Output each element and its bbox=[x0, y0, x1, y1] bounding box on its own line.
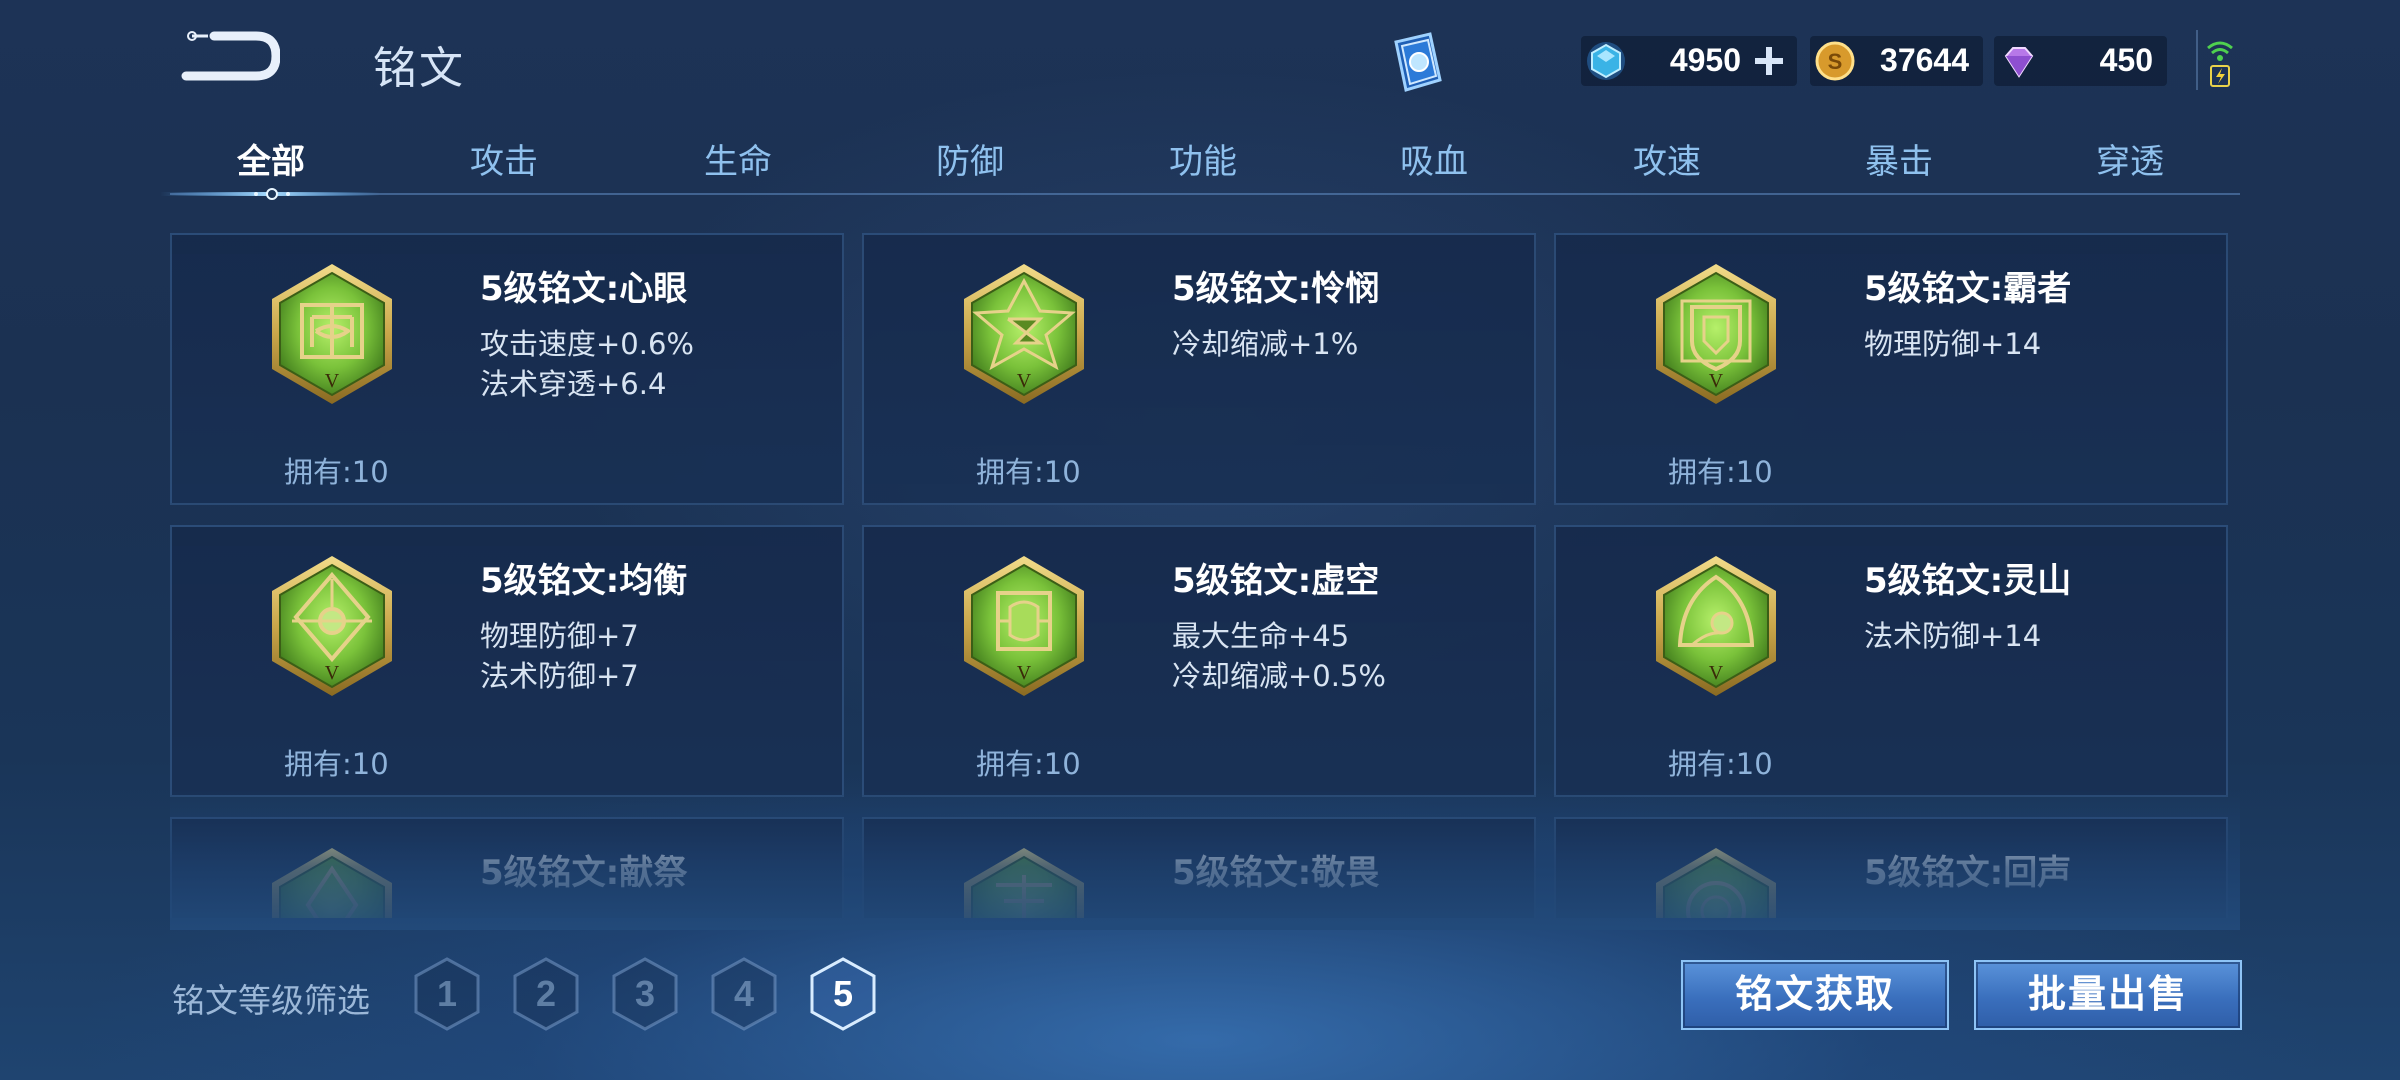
card-stat: 冷却缩减+1% bbox=[1172, 327, 1359, 361]
inscription-book-icon[interactable] bbox=[1382, 26, 1454, 98]
owned-count: 拥有:10 bbox=[1668, 747, 1773, 781]
card-stat: 法术穿透+6.4 bbox=[480, 367, 667, 401]
level-mark: V bbox=[1017, 662, 1032, 684]
page-title: 铭文 bbox=[373, 43, 465, 94]
card-stat: 最大生命+45 bbox=[1172, 619, 1350, 653]
balance-emblem-icon: V bbox=[272, 556, 392, 696]
level-number: 5 bbox=[832, 973, 854, 1014]
sacrifice-emblem-icon bbox=[272, 848, 392, 918]
category-tabs: 全部 攻击 生命 防御 功能 吸血 攻速 暴击 穿透 bbox=[170, 130, 2240, 194]
inscription-card[interactable]: 5级铭文:献祭 bbox=[170, 817, 844, 918]
level-mark: V bbox=[1017, 370, 1032, 392]
diamond-amount: 4950 bbox=[1669, 42, 1741, 78]
card-title: 5级铭文:霸者 bbox=[1864, 269, 2072, 309]
level-mark: V bbox=[325, 662, 340, 684]
plus-icon[interactable] bbox=[1753, 45, 1785, 77]
card-title: 5级铭文:灵山 bbox=[1864, 561, 2072, 601]
inscription-card[interactable]: V 5级铭文:心眼 攻击速度+0.6% 法术穿透+6.4 拥有:10 bbox=[170, 233, 844, 505]
card-title: 5级铭文:献祭 bbox=[480, 853, 688, 893]
tab-health[interactable]: 生命 bbox=[668, 134, 808, 183]
level-filter-5[interactable]: 5 bbox=[808, 956, 878, 1032]
inscription-card[interactable]: V 5级铭文:均衡 物理防御+7 法术防御+7 拥有:10 bbox=[170, 525, 844, 797]
gold-coin-icon: S bbox=[1815, 41, 1855, 81]
tab-lifesteal[interactable]: 吸血 bbox=[1364, 134, 1504, 183]
active-tab-indicator bbox=[160, 188, 380, 200]
level-filter-label: 铭文等级筛选 bbox=[172, 981, 370, 1020]
purple-gem-icon bbox=[2004, 47, 2034, 78]
card-title: 5级铭文:虚空 bbox=[1172, 561, 1380, 601]
shield-emblem-icon: V bbox=[1656, 264, 1776, 404]
owned-count: 拥有:10 bbox=[976, 455, 1081, 489]
tab-defense[interactable]: 防御 bbox=[900, 134, 1040, 183]
level-mark: V bbox=[1709, 370, 1724, 392]
inscription-card[interactable]: V 5级铭文:灵山 法术防御+14 拥有:10 bbox=[1554, 525, 2228, 797]
card-stat: 物理防御+7 bbox=[480, 619, 639, 653]
gold-amount: 37644 bbox=[1880, 42, 1969, 78]
inscription-card[interactable]: V 5级铭文:霸者 物理防御+14 拥有:10 bbox=[1554, 233, 2228, 505]
hourglass-star-emblem-icon: V bbox=[964, 264, 1084, 404]
level-number: 3 bbox=[634, 973, 656, 1014]
tab-attack[interactable]: 攻击 bbox=[434, 134, 574, 183]
level-number: 4 bbox=[733, 973, 755, 1014]
eye-emblem-icon: V bbox=[272, 264, 392, 404]
blue-crystal-icon bbox=[1587, 42, 1625, 80]
inscription-card[interactable]: 5级铭文:敬畏 bbox=[862, 817, 1536, 918]
owned-count: 拥有:10 bbox=[284, 747, 389, 781]
tab-all[interactable]: 全部 bbox=[201, 134, 341, 183]
gem-amount: 450 bbox=[2099, 42, 2153, 78]
tab-penetration[interactable]: 穿透 bbox=[2060, 134, 2200, 183]
card-stat: 法术防御+14 bbox=[1864, 619, 2042, 653]
diamond-currency: 4950 bbox=[1581, 36, 1797, 86]
level-filter-4[interactable]: 4 bbox=[709, 956, 779, 1032]
card-title: 5级铭文:回声 bbox=[1864, 853, 2072, 893]
level-mark: V bbox=[325, 370, 340, 392]
level-number: 1 bbox=[436, 973, 458, 1014]
level-number: 2 bbox=[535, 973, 557, 1014]
tab-crit[interactable]: 暴击 bbox=[1829, 134, 1969, 183]
tab-divider bbox=[170, 193, 2240, 195]
level-filter-2[interactable]: 2 bbox=[511, 956, 581, 1032]
bulk-sell-button[interactable]: 批量出售 bbox=[1974, 960, 2242, 1030]
gem-currency: 450 bbox=[1994, 36, 2167, 86]
tab-attack-speed[interactable]: 攻速 bbox=[1597, 134, 1737, 183]
echo-emblem-icon bbox=[1656, 848, 1776, 918]
tab-utility[interactable]: 功能 bbox=[1133, 134, 1273, 183]
card-title: 5级铭文:均衡 bbox=[480, 561, 688, 601]
owned-count: 拥有:10 bbox=[1668, 455, 1773, 489]
svg-text:S: S bbox=[1828, 49, 1843, 74]
inscription-card[interactable]: V 5级铭文:怜悯 冷却缩减+1% 拥有:10 bbox=[862, 233, 1536, 505]
card-stat: 冷却缩减+0.5% bbox=[1172, 659, 1386, 693]
card-stat: 攻击速度+0.6% bbox=[480, 327, 694, 361]
card-title: 5级铭文:怜悯 bbox=[1172, 269, 1380, 309]
card-stat: 物理防御+14 bbox=[1864, 327, 2042, 361]
awe-emblem-icon bbox=[964, 848, 1084, 918]
inscription-card[interactable]: 5级铭文:回声 bbox=[1554, 817, 2228, 918]
void-emblem-icon: V bbox=[964, 556, 1084, 696]
inscription-card[interactable]: V 5级铭文:虚空 最大生命+45 冷却缩减+0.5% 拥有:10 bbox=[862, 525, 1536, 797]
get-inscription-button[interactable]: 铭文获取 bbox=[1681, 960, 1949, 1030]
level-filter-1[interactable]: 1 bbox=[412, 956, 482, 1032]
level-filter-3[interactable]: 3 bbox=[610, 956, 680, 1032]
divider bbox=[2196, 30, 2198, 90]
back-button[interactable] bbox=[178, 28, 281, 86]
card-title: 5级铭文:心眼 bbox=[480, 269, 688, 309]
back-arrow-icon bbox=[181, 31, 281, 81]
card-title: 5级铭文:敬畏 bbox=[1172, 853, 1380, 893]
mountain-emblem-icon: V bbox=[1656, 556, 1776, 696]
inscription-grid: V 5级铭文:心眼 攻击速度+0.6% 法术穿透+6.4 拥有:10 V 5级铭… bbox=[170, 218, 2240, 918]
wifi-battery-icon bbox=[2200, 36, 2240, 88]
owned-count: 拥有:10 bbox=[976, 747, 1081, 781]
owned-count: 拥有:10 bbox=[284, 455, 389, 489]
card-stat: 法术防御+7 bbox=[480, 659, 639, 693]
gold-currency: S 37644 bbox=[1810, 36, 1983, 86]
level-mark: V bbox=[1709, 662, 1724, 684]
